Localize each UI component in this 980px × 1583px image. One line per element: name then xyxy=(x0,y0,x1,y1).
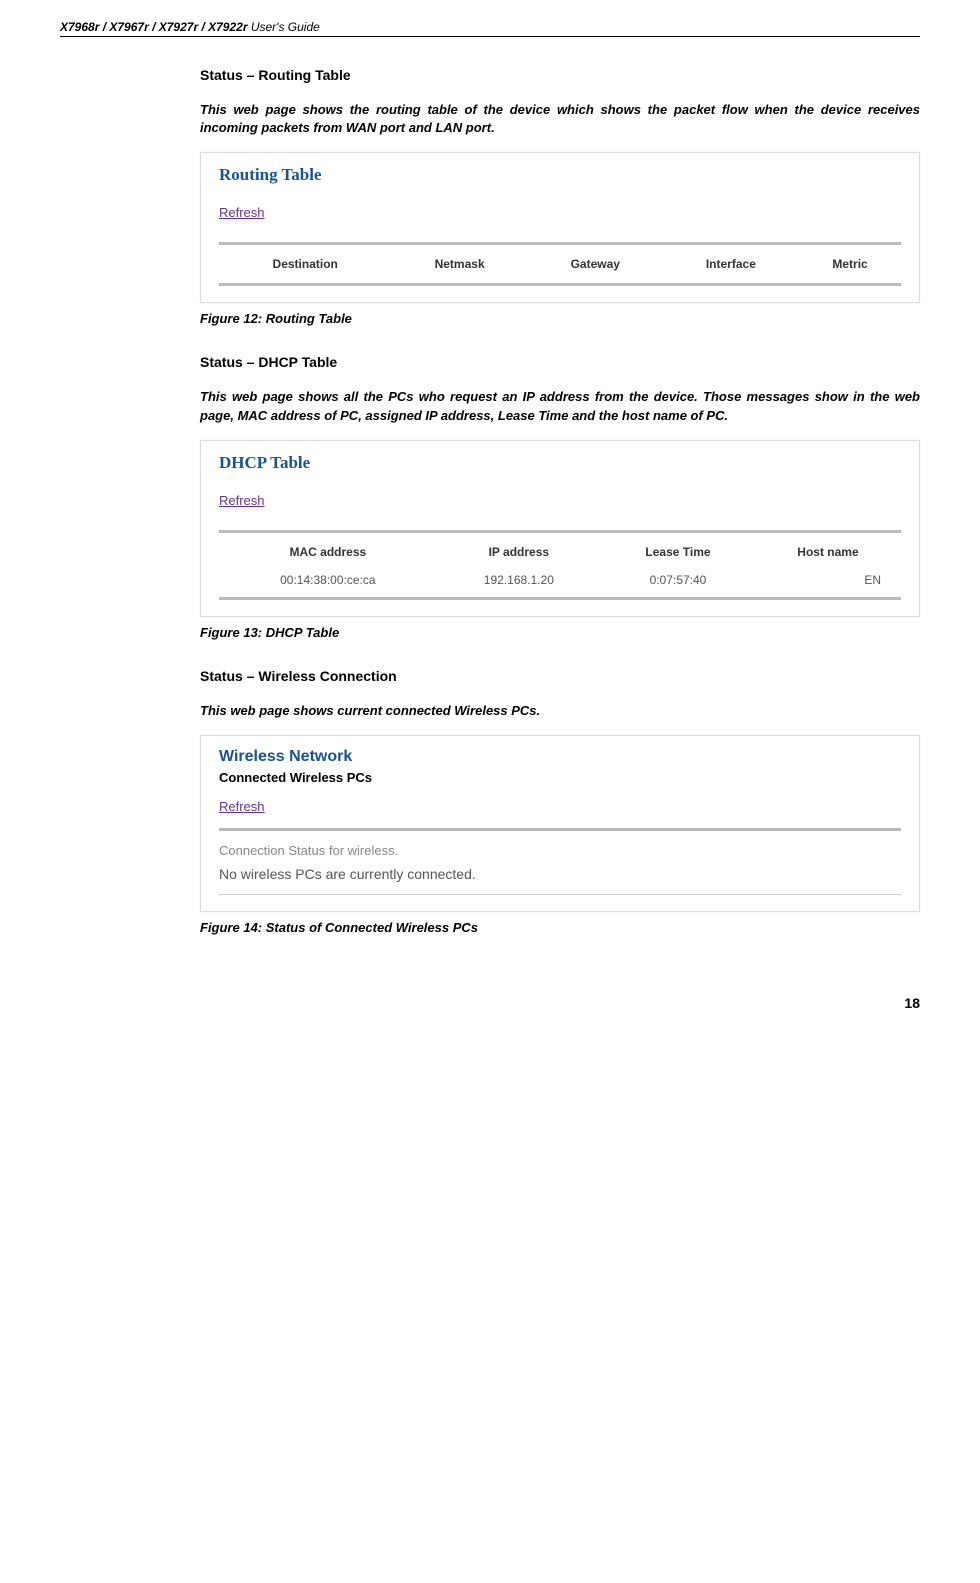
section-desc-wireless: This web page shows current connected Wi… xyxy=(200,702,920,720)
screenshot-wireless: Wireless Network Connected Wireless PCs … xyxy=(200,735,920,912)
col-ip: IP address xyxy=(437,537,601,567)
col-host: Host name xyxy=(755,537,901,567)
header-suffix: User's Guide xyxy=(247,20,319,34)
table-header-row: Destination Netmask Gateway Interface Me… xyxy=(219,249,901,279)
divider xyxy=(219,530,901,533)
screenshot-routing-table: Routing Table Refresh Destination Netmas… xyxy=(200,152,920,303)
col-destination: Destination xyxy=(219,249,391,279)
page-header: X7968r / X7967r / X7927r / X7922r User's… xyxy=(60,20,920,37)
col-lease: Lease Time xyxy=(601,537,755,567)
col-netmask: Netmask xyxy=(391,249,527,279)
divider xyxy=(219,283,901,286)
section-title-dhcp: Status – DHCP Table xyxy=(200,354,920,370)
section-desc-dhcp: This web page shows all the PCs who requ… xyxy=(200,388,920,424)
figure-caption-12: Figure 12: Routing Table xyxy=(200,311,920,326)
table-row: 00:14:38:00:ce:ca 192.168.1.20 0:07:57:4… xyxy=(219,567,901,593)
refresh-link-wireless[interactable]: Refresh xyxy=(219,799,265,814)
figure-caption-14: Figure 14: Status of Connected Wireless … xyxy=(200,920,920,935)
divider xyxy=(219,828,901,831)
panel-title-wireless: Wireless Network xyxy=(219,748,901,766)
divider xyxy=(219,597,901,600)
col-gateway: Gateway xyxy=(528,249,663,279)
connection-message: No wireless PCs are currently connected. xyxy=(219,866,901,882)
cell-mac: 00:14:38:00:ce:ca xyxy=(219,567,437,593)
header-product: X7968r / X7967r / X7927r / X7922r xyxy=(60,20,247,34)
panel-title-routing: Routing Table xyxy=(219,165,901,185)
panel-subtitle-wireless: Connected Wireless PCs xyxy=(219,770,901,785)
screenshot-dhcp-table: DHCP Table Refresh MAC address IP addres… xyxy=(200,440,920,617)
divider xyxy=(219,242,901,245)
section-desc-routing: This web page shows the routing table of… xyxy=(200,101,920,137)
dhcp-table: MAC address IP address Lease Time Host n… xyxy=(219,537,901,593)
divider xyxy=(219,894,901,895)
refresh-link-routing[interactable]: Refresh xyxy=(219,205,265,220)
table-header-row: MAC address IP address Lease Time Host n… xyxy=(219,537,901,567)
section-title-routing: Status – Routing Table xyxy=(200,67,920,83)
panel-title-dhcp: DHCP Table xyxy=(219,453,901,473)
section-title-wireless: Status – Wireless Connection xyxy=(200,668,920,684)
cell-host: EN xyxy=(755,567,901,593)
col-mac: MAC address xyxy=(219,537,437,567)
routing-table: Destination Netmask Gateway Interface Me… xyxy=(219,249,901,279)
refresh-link-dhcp[interactable]: Refresh xyxy=(219,493,265,508)
page-number: 18 xyxy=(60,995,920,1011)
col-interface: Interface xyxy=(663,249,799,279)
col-metric: Metric xyxy=(799,249,901,279)
cell-ip: 192.168.1.20 xyxy=(437,567,601,593)
figure-caption-13: Figure 13: DHCP Table xyxy=(200,625,920,640)
cell-lease: 0:07:57:40 xyxy=(601,567,755,593)
connection-status-label: Connection Status for wireless. xyxy=(219,843,901,858)
